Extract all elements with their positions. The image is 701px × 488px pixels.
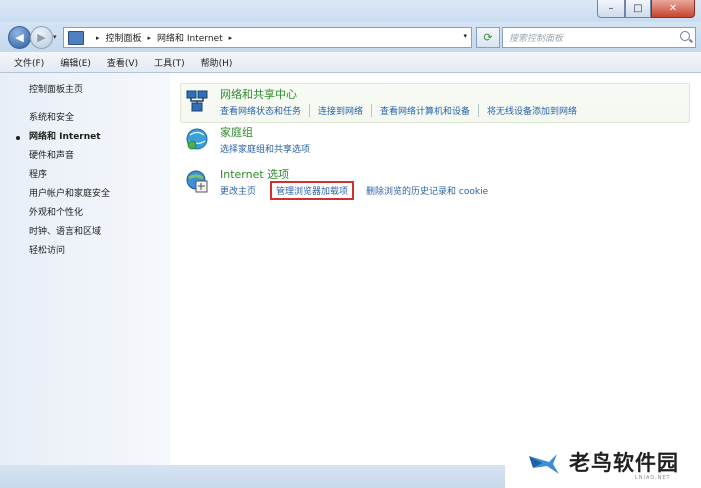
back-arrow-icon: ◀: [15, 31, 24, 44]
link-homegroup-options[interactable]: 选择家庭组和共享选项: [220, 142, 318, 155]
category-links: 查看网络状态和任务 连接到网络 查看网络计算机和设备 将无线设备添加到网络: [220, 104, 585, 117]
forward-button[interactable]: ▶: [30, 26, 53, 49]
sidebar: 控制面板主页 系统和安全 网络和 Internet 硬件和声音 程序 用户帐户和…: [0, 73, 170, 465]
sidebar-category-list: 系统和安全 网络和 Internet 硬件和声音 程序 用户帐户和家庭安全 外观…: [15, 109, 110, 261]
breadcrumb-separator[interactable]: ▸: [90, 34, 100, 42]
category-title[interactable]: 网络和共享中心: [220, 86, 297, 102]
refresh-button[interactable]: ⟳: [476, 27, 500, 48]
menu-view[interactable]: 查看(V): [101, 56, 144, 69]
link-delete-browsing-history[interactable]: 删除浏览的历史记录和 cookie: [358, 184, 496, 200]
bird-logo-icon: [529, 454, 559, 474]
forward-arrow-icon: ▶: [37, 31, 46, 44]
watermark: 老鸟软件园 LNIAO.NET: [505, 438, 701, 488]
link-view-network-computers[interactable]: 查看网络计算机和设备: [371, 104, 478, 117]
sidebar-item-ease-of-access[interactable]: 轻松访问: [29, 242, 110, 261]
search-box[interactable]: 搜索控制面板: [502, 27, 696, 48]
link-manage-addons[interactable]: 管理浏览器加载项: [270, 181, 355, 200]
search-icon[interactable]: [680, 31, 690, 41]
link-change-home-page[interactable]: 更改主页: [220, 184, 264, 200]
sidebar-item-appearance[interactable]: 外观和个性化: [29, 204, 110, 223]
sidebar-item-network-internet[interactable]: 网络和 Internet: [15, 128, 110, 147]
category-links: 选择家庭组和共享选项: [220, 142, 318, 155]
close-button[interactable]: ✕: [651, 0, 695, 18]
internet-options-icon[interactable]: [184, 168, 210, 194]
category-title[interactable]: 家庭组: [220, 124, 253, 140]
network-sharing-icon[interactable]: [184, 88, 210, 114]
main-content: 网络和共享中心 查看网络状态和任务 连接到网络 查看网络计算机和设备 将无线设备…: [170, 73, 701, 465]
recent-pages-dropdown[interactable]: ▾: [53, 33, 57, 41]
menu-tools[interactable]: 工具(T): [148, 56, 191, 69]
sidebar-home-link[interactable]: 控制面板主页: [29, 82, 83, 95]
breadcrumb-network-internet[interactable]: 网络和 Internet ▸: [157, 31, 232, 45]
menu-bar: 文件(F) 编辑(E) 查看(V) 工具(T) 帮助(H): [0, 52, 701, 73]
category-links: 更改主页 管理浏览器加载项 删除浏览的历史记录和 cookie: [220, 181, 496, 200]
minimize-button[interactable]: –: [597, 0, 625, 18]
window-controls: – □ ✕: [597, 0, 695, 18]
sidebar-item-hardware-sound[interactable]: 硬件和声音: [29, 147, 110, 166]
breadcrumb-control-panel[interactable]: 控制面板 ▸: [106, 31, 152, 45]
menu-help[interactable]: 帮助(H): [195, 56, 239, 69]
navigation-bar: ◀ ▶ ▾ ▸ 控制面板 ▸ 网络和 Internet ▸ ▾ ⟳ 搜索控制面板: [0, 22, 701, 52]
sidebar-item-user-accounts[interactable]: 用户帐户和家庭安全: [29, 185, 110, 204]
maximize-button[interactable]: □: [625, 0, 651, 18]
link-add-wireless-device[interactable]: 将无线设备添加到网络: [478, 104, 585, 117]
address-dropdown-icon[interactable]: ▾: [463, 32, 467, 40]
address-bar[interactable]: ▸ 控制面板 ▸ 网络和 Internet ▸ ▾: [63, 27, 472, 48]
search-input[interactable]: 搜索控制面板: [509, 31, 563, 44]
watermark-text: 老鸟软件园: [569, 451, 679, 475]
homegroup-icon[interactable]: [184, 126, 210, 152]
sidebar-item-clock-language[interactable]: 时钟、语言和区域: [29, 223, 110, 242]
control-panel-icon: [68, 30, 84, 45]
refresh-icon: ⟳: [483, 31, 493, 44]
menu-file[interactable]: 文件(F): [8, 56, 50, 69]
link-connect-to-network[interactable]: 连接到网络: [309, 104, 371, 117]
window-titlebar: – □ ✕: [0, 0, 701, 22]
link-view-network-status[interactable]: 查看网络状态和任务: [220, 104, 309, 117]
back-button[interactable]: ◀: [8, 26, 31, 49]
sidebar-item-system-security[interactable]: 系统和安全: [29, 109, 110, 128]
sidebar-item-programs[interactable]: 程序: [29, 166, 110, 185]
menu-edit[interactable]: 编辑(E): [54, 56, 97, 69]
watermark-subtext: LNIAO.NET: [635, 475, 671, 481]
category-title[interactable]: Internet 选项: [220, 166, 289, 182]
